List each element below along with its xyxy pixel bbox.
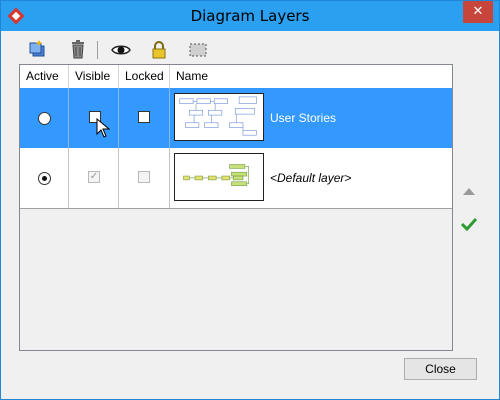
visible-checkbox[interactable]: ✓ (88, 171, 100, 183)
locked-cell (119, 88, 170, 148)
layer-name[interactable]: User Stories (270, 88, 336, 148)
close-button[interactable]: Close (404, 358, 477, 380)
column-header-visible[interactable]: Visible (69, 65, 119, 88)
name-cell: User Stories (170, 88, 452, 148)
visible-cell: ✓ (69, 148, 119, 208)
apply-check-icon[interactable] (461, 217, 477, 231)
new-layer-icon[interactable] (27, 39, 49, 61)
mouse-cursor-icon (96, 118, 110, 138)
layer-name[interactable]: <Default layer> (270, 148, 351, 208)
eye-icon[interactable] (110, 39, 132, 61)
table-row[interactable]: User Stories (20, 88, 452, 148)
layer-thumbnail (174, 93, 264, 141)
active-cell (20, 88, 69, 148)
move-up-icon[interactable] (461, 184, 477, 198)
table-row[interactable]: ✓ <Default layer> (20, 148, 452, 209)
diagram-layers-dialog: Diagram Layers ✕ Active Visible Locked N… (0, 0, 500, 400)
name-cell: <Default layer> (170, 148, 452, 208)
layer-thumbnail (174, 153, 264, 201)
window-close-button[interactable]: ✕ (463, 1, 493, 23)
window-title: Diagram Layers (190, 7, 310, 25)
locked-checkbox[interactable] (138, 111, 150, 123)
toolbar-separator (97, 41, 98, 59)
layers-table: Active Visible Locked Name User Stories … (19, 64, 453, 351)
visible-cell (69, 88, 119, 148)
active-radio[interactable] (38, 172, 51, 185)
lock-icon[interactable] (148, 39, 170, 61)
active-radio[interactable] (38, 112, 51, 125)
column-header-name[interactable]: Name (170, 65, 452, 88)
select-icon[interactable] (187, 39, 209, 61)
locked-checkbox[interactable] (138, 171, 150, 183)
locked-cell (119, 148, 170, 208)
table-header: Active Visible Locked Name (20, 65, 452, 89)
column-header-active[interactable]: Active (20, 65, 69, 88)
active-cell (20, 148, 69, 208)
column-header-locked[interactable]: Locked (119, 65, 170, 88)
title-bar[interactable]: Diagram Layers ✕ (1, 1, 499, 31)
delete-icon[interactable] (67, 39, 89, 61)
